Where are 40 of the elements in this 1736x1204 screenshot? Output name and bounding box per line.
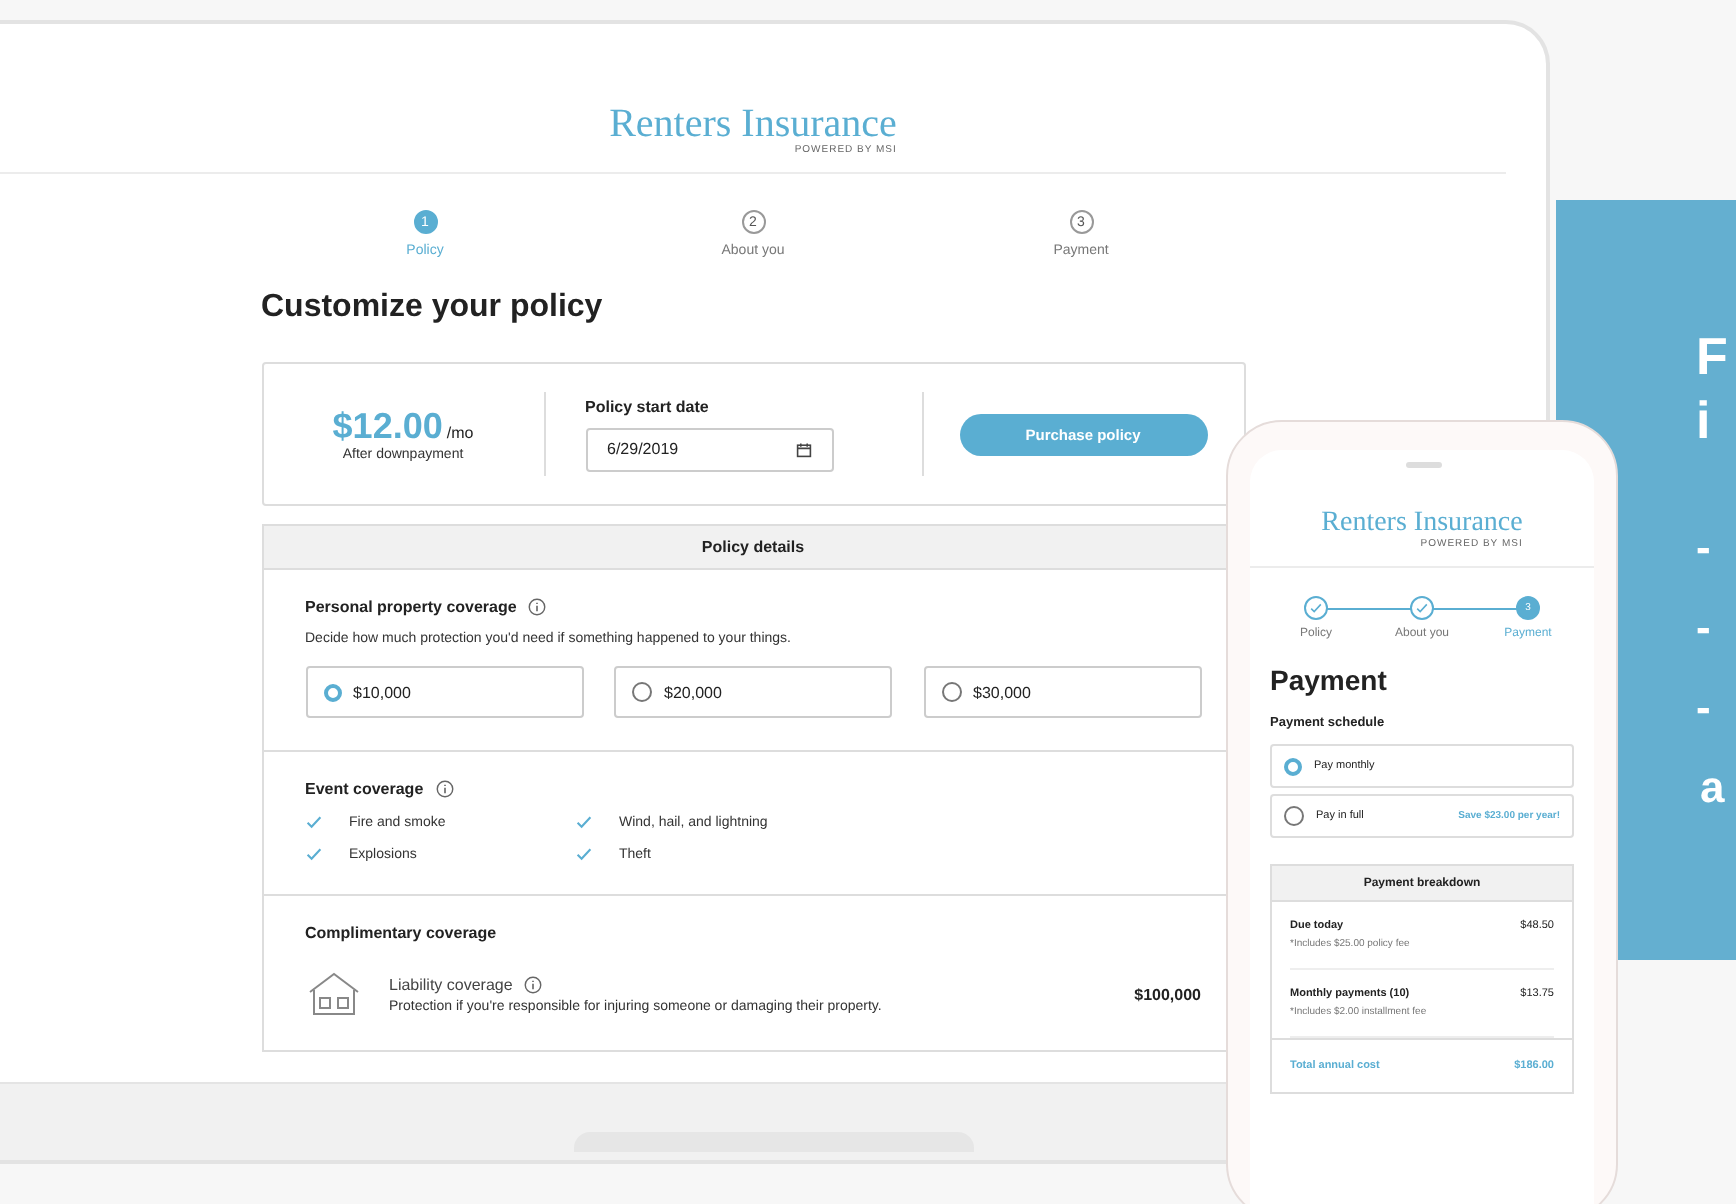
promo-title: i: [1696, 388, 1713, 452]
section-title: Personal property coverage: [305, 598, 517, 616]
coverage-option[interactable]: $30,000: [923, 666, 1201, 718]
page-heading: Customize your policy: [261, 290, 605, 326]
price: $12.00: [332, 406, 443, 446]
section-title: Event coverage: [305, 780, 424, 798]
radio-button[interactable]: [1284, 757, 1302, 775]
coverage-option[interactable]: $10,000: [305, 666, 583, 718]
radio-button[interactable]: [632, 682, 652, 702]
check-icon: [1416, 602, 1428, 614]
promo-bullet: -: [1696, 680, 1713, 736]
promo-title: F: [1696, 324, 1730, 388]
option-label: $30,000: [973, 683, 1031, 701]
house-icon: [305, 970, 361, 1018]
coverage-amount: $100,000: [1134, 985, 1201, 1003]
promo-bullet: -: [1696, 600, 1713, 656]
option-label: $10,000: [353, 683, 411, 701]
step-indicator[interactable]: [1410, 596, 1434, 620]
check-icon: [1310, 602, 1322, 614]
radio-button[interactable]: [323, 683, 341, 701]
coverage-option[interactable]: $20,000: [614, 666, 892, 718]
radio-button[interactable]: [941, 682, 961, 702]
brand-logo: Renters Insurance: [1321, 510, 1523, 538]
date-label: Policy start date: [585, 397, 711, 415]
promo-text: a: [1698, 760, 1727, 816]
info-icon[interactable]: [435, 780, 454, 798]
page-heading: Payment: [1270, 664, 1389, 696]
coverage-title: Liability coverage: [389, 975, 513, 993]
radio-button[interactable]: [1284, 806, 1304, 826]
promo-bullet: -: [1696, 520, 1713, 576]
calendar-icon[interactable]: [795, 441, 811, 457]
date-field[interactable]: 6/29/2019: [585, 427, 833, 471]
info-icon[interactable]: [524, 975, 543, 993]
info-icon[interactable]: [528, 598, 547, 616]
price-unit: /mo: [446, 424, 474, 442]
phone-speaker: [1406, 462, 1442, 468]
option-label: $20,000: [664, 683, 722, 701]
brand-logo: Renters Insurance: [609, 104, 897, 144]
section-title: Complimentary coverage: [305, 924, 499, 942]
step-indicator[interactable]: [1304, 596, 1328, 620]
